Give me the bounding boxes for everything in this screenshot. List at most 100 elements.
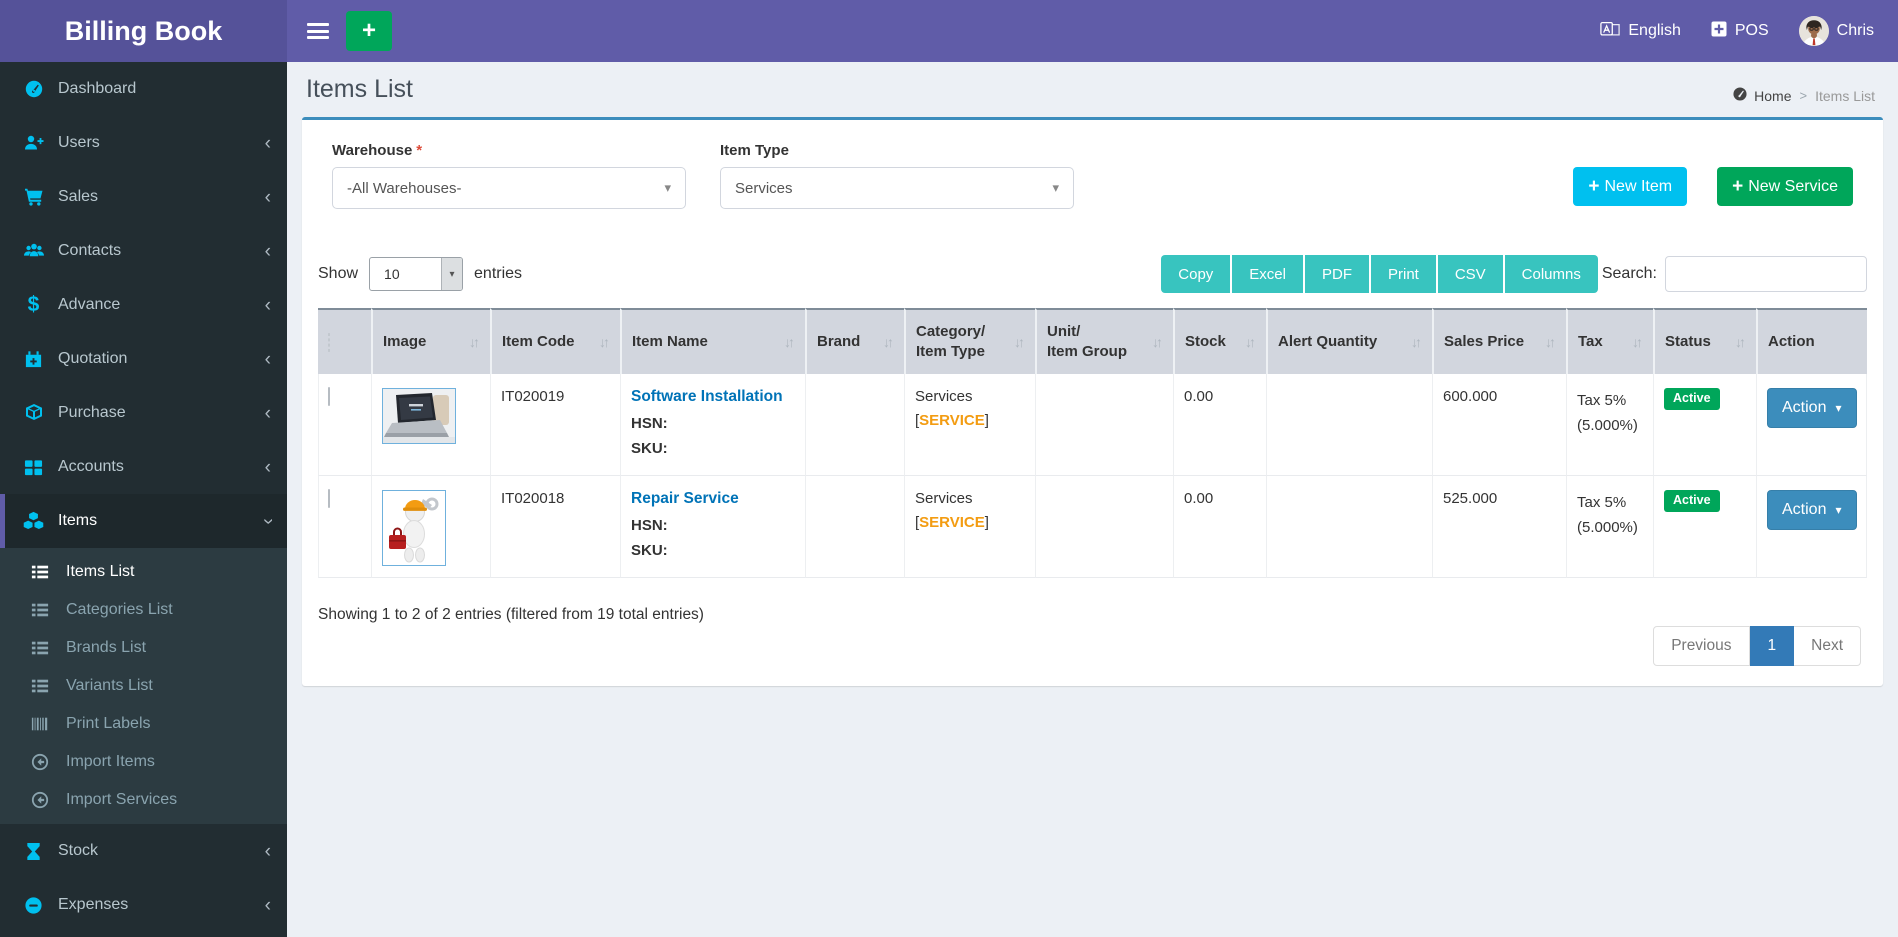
csv-button[interactable]: CSV xyxy=(1437,255,1503,293)
chevron-left-icon: ‹ xyxy=(264,402,271,424)
page-title: Items List xyxy=(306,75,413,103)
col-header-sales-price[interactable]: Sales Price ↓↑ xyxy=(1432,308,1566,374)
topbar: Billing Book + English POS Chris xyxy=(0,0,1898,62)
page-length-value: 10 xyxy=(384,266,400,282)
breadcrumb-home-link[interactable]: Home xyxy=(1732,86,1792,105)
language-menu[interactable]: English xyxy=(1600,21,1681,42)
sidebar-item-label: Users xyxy=(58,134,100,151)
sales-price-value: 600.000 xyxy=(1443,388,1498,405)
chevron-left-icon: ‹ xyxy=(264,348,271,370)
category-value: Services xyxy=(915,388,973,405)
action-dropdown-button[interactable]: Action ▾ xyxy=(1767,490,1857,530)
submenu-item-print-labels[interactable]: Print Labels xyxy=(0,705,287,743)
caret-down-icon: ▾ xyxy=(1052,180,1059,195)
sidebar-item-quotation[interactable]: Quotation ‹ xyxy=(0,332,287,386)
col-header-item-name[interactable]: Item Name ↓↑ xyxy=(620,308,805,374)
row-checkbox[interactable] xyxy=(328,489,330,508)
chevron-left-icon: ‹ xyxy=(264,840,271,862)
chevron-left-icon: ‹ xyxy=(264,894,271,916)
required-asterisk: * xyxy=(416,142,423,159)
topbar-left: + xyxy=(287,11,392,51)
excel-button[interactable]: Excel xyxy=(1232,255,1303,293)
sku-label: SKU: xyxy=(631,542,668,559)
print-button[interactable]: Print xyxy=(1370,255,1436,293)
columns-button[interactable]: Columns xyxy=(1504,255,1598,293)
col-header-tax[interactable]: Tax ↓↑ xyxy=(1566,308,1653,374)
warehouse-select[interactable]: -All Warehouses- ▾ xyxy=(332,167,686,209)
sort-icon: ↓↑ xyxy=(469,334,480,350)
sidebar-item-label: Items xyxy=(58,512,98,529)
sort-icon: ↓↑ xyxy=(1411,334,1422,350)
submenu-item-import-items[interactable]: Import Items xyxy=(0,743,287,781)
submenu-item-label: Print Labels xyxy=(66,715,151,732)
sku-label: SKU: xyxy=(631,440,668,457)
new-service-button[interactable]: + New Service xyxy=(1717,167,1853,206)
col-header-category[interactable]: Category/Item Type ↓↑ xyxy=(904,308,1035,374)
sort-icon: ↓↑ xyxy=(1245,334,1256,350)
next-page-button[interactable]: Next xyxy=(1794,626,1861,666)
quick-add-button[interactable]: + xyxy=(346,11,392,51)
submenu-item-categories-list[interactable]: Categories List xyxy=(0,591,287,629)
sort-icon: ↓↑ xyxy=(1735,334,1746,350)
tax-name: Tax 5% xyxy=(1577,392,1627,409)
chevron-left-icon: ‹ xyxy=(264,456,271,478)
search-input[interactable] xyxy=(1665,256,1867,292)
table-row: IT020018 Repair Service HSN: SKU: Servic… xyxy=(318,476,1867,578)
plus-icon: + xyxy=(361,17,376,44)
sidebar-item-stock[interactable]: Stock ‹ xyxy=(0,824,287,878)
item-type-select[interactable]: Services ▾ xyxy=(720,167,1074,209)
item-name-link[interactable]: Repair Service xyxy=(631,490,739,508)
sidebar-item-dashboard[interactable]: Dashboard xyxy=(0,62,287,116)
pdf-button[interactable]: PDF xyxy=(1304,255,1369,293)
previous-page-button[interactable]: Previous xyxy=(1653,626,1750,666)
col-header-brand[interactable]: Brand ↓↑ xyxy=(805,308,904,374)
sales-price-value: 525.000 xyxy=(1443,490,1498,507)
row-checkbox[interactable] xyxy=(328,387,330,406)
sidebar-item-accounts[interactable]: Accounts ‹ xyxy=(0,440,287,494)
col-header-unit[interactable]: Unit/Item Group ↓↑ xyxy=(1035,308,1173,374)
sidebar-item-purchase[interactable]: Purchase ‹ xyxy=(0,386,287,440)
sidebar-item-sales[interactable]: Sales ‹ xyxy=(0,170,287,224)
topbar-right: English POS Chris xyxy=(1600,16,1898,46)
pos-menu[interactable]: POS xyxy=(1711,21,1769,42)
list-icon xyxy=(31,677,57,695)
col-header-status[interactable]: Status ↓↑ xyxy=(1653,308,1756,374)
user-menu[interactable]: Chris xyxy=(1798,16,1874,46)
col-header-alert-quantity[interactable]: Alert Quantity ↓↑ xyxy=(1266,308,1432,374)
calendar-plus-icon xyxy=(20,350,47,369)
item-image-repair-mascot xyxy=(382,490,446,566)
table-footer: Showing 1 to 2 of 2 entries (filtered fr… xyxy=(318,604,1867,666)
submenu-item-items-list[interactable]: Items List xyxy=(0,553,287,591)
submenu-item-label: Brands List xyxy=(66,639,147,656)
tax-rate: (5.000%) xyxy=(1577,519,1638,536)
brand-logo[interactable]: Billing Book xyxy=(0,0,287,62)
submenu-item-brands-list[interactable]: Brands List xyxy=(0,629,287,667)
sidebar-item-label: Quotation xyxy=(58,350,128,367)
warehouse-filter-group: Warehouse * -All Warehouses- ▾ xyxy=(332,142,686,209)
sidebar-item-advance[interactable]: $ Advance ‹ xyxy=(0,278,287,332)
sidebar-item-expenses[interactable]: Expenses ‹ xyxy=(0,878,287,932)
sidebar-item-contacts[interactable]: Contacts ‹ xyxy=(0,224,287,278)
copy-button[interactable]: Copy xyxy=(1161,255,1231,293)
item-name-link[interactable]: Software Installation xyxy=(631,388,783,406)
col-header-image[interactable]: Image ↓↑ xyxy=(371,308,490,374)
caret-down-icon: ▾ xyxy=(1835,401,1842,415)
items-submenu: Items List Categories List Brands List V… xyxy=(0,548,287,824)
col-header-item-code[interactable]: Item Code ↓↑ xyxy=(490,308,620,374)
item-type-tag: [SERVICE] xyxy=(915,514,989,531)
hamburger-menu-icon[interactable] xyxy=(307,23,329,39)
col-header-stock[interactable]: Stock ↓↑ xyxy=(1173,308,1266,374)
sort-icon: ↓↑ xyxy=(883,334,894,350)
barcode-icon xyxy=(31,715,57,733)
action-dropdown-button[interactable]: Action ▾ xyxy=(1767,388,1857,428)
submenu-item-variants-list[interactable]: Variants List xyxy=(0,667,287,705)
select-all-checkbox[interactable] xyxy=(328,332,330,352)
sidebar-item-users[interactable]: Users ‹ xyxy=(0,116,287,170)
cubes-icon xyxy=(20,511,47,532)
list-icon xyxy=(31,601,57,619)
submenu-item-import-services[interactable]: Import Services xyxy=(0,781,287,819)
sidebar-item-items[interactable]: Items ‹ xyxy=(0,494,287,548)
page-length-select[interactable]: 10 ▾ xyxy=(369,257,464,291)
new-item-button[interactable]: + New Item xyxy=(1573,167,1688,206)
page-number-button[interactable]: 1 xyxy=(1749,626,1795,666)
